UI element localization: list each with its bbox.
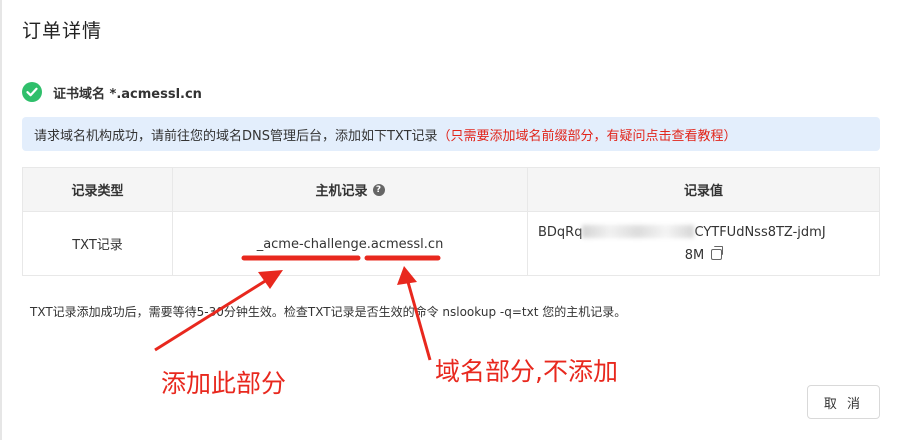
header-record-type: 记录类型: [71, 184, 124, 199]
alert-text: 请求域名机构成功，请前往您的域名DNS管理后台，添加如下TXT记录: [34, 128, 438, 144]
record-value-end: CYTFUdNss8TZ-jdmJ: [694, 225, 826, 240]
annotation-add-prefix: 添加此部分: [161, 369, 287, 398]
record-value-last: 8M: [684, 248, 705, 263]
dialog-left-border: [0, 0, 2, 440]
cell-record-type: TXT记录: [72, 238, 123, 253]
record-value-start: BDqRq: [538, 225, 583, 240]
verification-note: TXT记录添加成功后，需要等待5-30分钟生效。检查TXT记录是否生效的命令 n…: [30, 305, 627, 319]
record-value-line: BDqRq CYTFUdNss8TZ-jdmJ: [538, 225, 826, 240]
header-record-value: 记录值: [683, 184, 723, 199]
header-host-label: 主机记录: [315, 184, 368, 199]
annotation-domain-part: 域名部分,不添加: [435, 357, 618, 386]
dns-record-table: 记录类型 主机记录 ? 记录值 TXT记录 _acme-challenge.ac…: [22, 167, 880, 276]
arrow-domain-shaft: [406, 281, 432, 361]
info-alert: 请求域名机构成功，请前往您的域名DNS管理后台，添加如下TXT记录 （只需要添加…: [22, 117, 880, 151]
check-circle-icon: [22, 82, 42, 102]
header-host-record: 主机记录 ?: [173, 168, 527, 211]
copy-icon[interactable]: [711, 246, 724, 260]
question-circle-icon[interactable]: ?: [372, 183, 385, 196]
host-record-value: _acme-challenge.acmessl.cn: [256, 237, 444, 252]
cancel-button[interactable]: 取 消: [807, 385, 880, 419]
redacted-value: [582, 225, 695, 238]
cell-host-record: _acme-challenge.acmessl.cn: [173, 212, 527, 275]
certificate-domain-row: 证书域名 *.acmessl.cn: [22, 81, 202, 103]
cell-record-value: BDqRq CYTFUdNss8TZ-jdmJ 8M: [528, 212, 879, 275]
alert-tutorial-link[interactable]: （只需要添加域名前缀部分，有疑问点击查看教程）: [438, 125, 737, 144]
certificate-domain-label: 证书域名 *.acmessl.cn: [53, 86, 202, 102]
record-value-line: 8M: [528, 246, 879, 263]
dialog-title: 订单详情: [22, 20, 103, 42]
